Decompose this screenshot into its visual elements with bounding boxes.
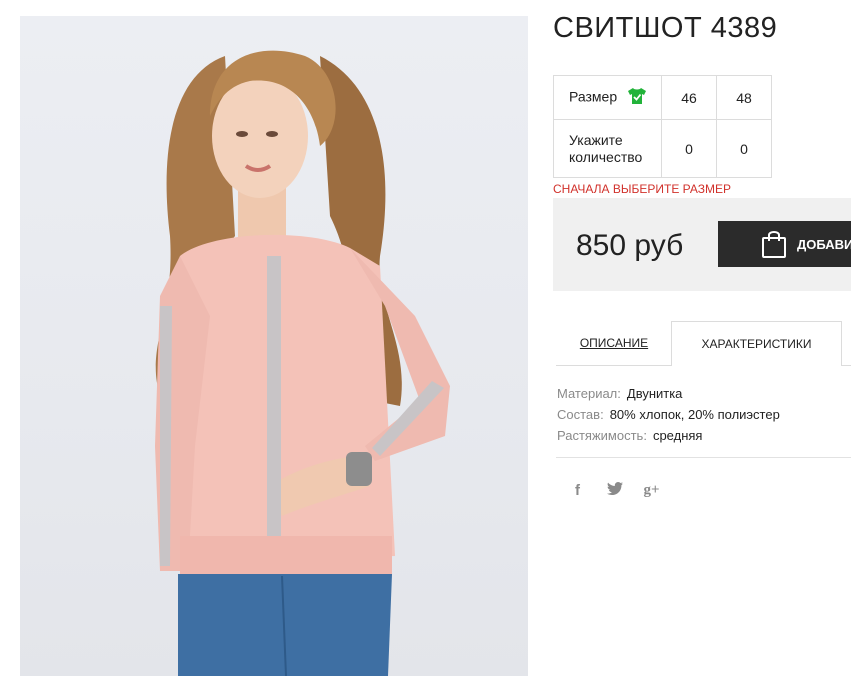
active-tab-gap: [672, 365, 841, 367]
specs-list: Материал: Двунитка Состав: 80% хлопок, 20%…: [557, 383, 780, 446]
divider: [556, 457, 851, 458]
size-quantity-table: Размер 46 48 Укажите количество 0 0: [553, 75, 772, 178]
facebook-icon[interactable]: f: [569, 482, 586, 499]
size-option-46[interactable]: 46: [661, 75, 717, 120]
quantity-input-48[interactable]: 0: [716, 119, 772, 178]
product-photo[interactable]: [20, 16, 528, 676]
spec-row-composition: Состав: 80% хлопок, 20% полиэстер: [557, 404, 780, 425]
quantity-row: Укажите количество 0 0: [553, 119, 772, 178]
twitter-icon[interactable]: [606, 482, 623, 499]
spec-key: Растяжимость:: [557, 428, 647, 443]
size-label-cell: Размер: [553, 75, 662, 120]
price-box: 850 руб ДОБАВИТЬ В КОРЗИНУ: [553, 198, 851, 291]
google-plus-icon[interactable]: g+: [643, 482, 660, 499]
add-to-cart-label: ДОБАВИТЬ В КОРЗИНУ: [797, 236, 851, 252]
tab-description[interactable]: ОПИСАНИЕ: [556, 321, 672, 365]
size-option-48[interactable]: 48: [716, 75, 772, 120]
size-row: Размер 46 48: [553, 75, 772, 120]
shirt-check-icon[interactable]: [627, 87, 647, 109]
size-label: Размер: [569, 88, 618, 105]
spec-row-material: Материал: Двунитка: [557, 383, 780, 404]
shopping-bag-icon: [762, 231, 786, 258]
spec-value: средняя: [652, 428, 703, 443]
spec-key: Материал:: [557, 386, 621, 401]
spec-value: 80% хлопок, 20% полиэстер: [609, 407, 780, 422]
spec-key: Состав:: [557, 407, 604, 422]
quantity-input-46[interactable]: 0: [661, 119, 717, 178]
tab-characteristics[interactable]: ХАРАКТЕРИСТИКИ: [671, 321, 842, 366]
product-title: СВИТШОТ 4389: [553, 12, 778, 44]
social-share: f g+: [569, 482, 660, 499]
spec-row-stretch: Растяжимость: средняя: [557, 425, 780, 446]
add-to-cart-button[interactable]: ДОБАВИТЬ В КОРЗИНУ: [718, 221, 851, 267]
price: 850 руб: [576, 229, 684, 262]
product-tabs: ОПИСАНИЕ ХАРАКТЕРИСТИКИ: [556, 321, 851, 367]
model-illustration: [155, 50, 450, 676]
spec-value: Двунитка: [626, 386, 683, 401]
quantity-label: Укажите количество: [553, 119, 662, 178]
size-warning: СНАЧАЛА ВЫБЕРИТЕ РАЗМЕР: [553, 182, 732, 196]
